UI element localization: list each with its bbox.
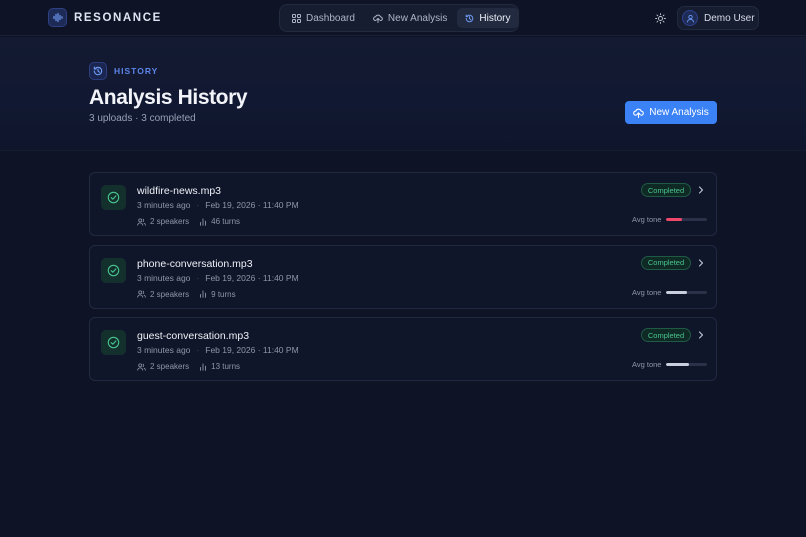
relative-time: 3 minutes ago	[137, 200, 191, 210]
user-menu-button[interactable]: Demo User	[677, 6, 759, 30]
waveform-icon	[48, 8, 67, 27]
nav-label-history: History	[479, 12, 511, 24]
separator-dot: ·	[196, 272, 200, 283]
avg-tone-label: Avg tone	[632, 287, 662, 297]
new-analysis-button[interactable]: New Analysis	[625, 101, 717, 124]
status-badge: Completed	[641, 255, 691, 270]
avg-tone-fill	[666, 290, 687, 294]
analysis-row[interactable]: wildfire-news.mp3 3 minutes ago · Feb 19…	[89, 172, 717, 236]
chevron-right-icon[interactable]	[696, 258, 706, 268]
nav-item-new-analysis[interactable]: New Analysis	[365, 8, 455, 28]
check-circle-icon	[101, 330, 126, 355]
speakers-count: 2 speakers	[150, 217, 190, 226]
theme-toggle-button[interactable]	[653, 11, 668, 26]
bar-chart-icon	[200, 218, 207, 226]
top-bar: RESONANCE Dashboard New Analysis History…	[0, 0, 806, 36]
turns-count: 13 turns	[211, 362, 241, 371]
eyebrow-label: HISTORY	[114, 66, 159, 76]
sun-icon	[655, 13, 666, 24]
file-stats: 2 speakers 9 turns	[137, 290, 236, 299]
turns-stat: 46 turns	[199, 217, 240, 226]
status-badge: Completed	[641, 183, 691, 197]
timestamp: Feb 19, 2026 · 11:40 PM	[205, 200, 299, 210]
chevron-right-icon[interactable]	[696, 185, 706, 195]
grid-icon	[292, 13, 301, 23]
check-circle-icon	[101, 185, 126, 210]
file-stats: 2 speakers 46 turns	[137, 217, 240, 226]
file-name: phone-conversation.mp3	[137, 257, 253, 270]
nav-item-dashboard[interactable]: Dashboard	[284, 8, 363, 28]
nav-label-dashboard: Dashboard	[306, 12, 355, 24]
file-meta: 3 minutes ago · Feb 19, 2026 · 11:40 PM	[137, 345, 299, 355]
speakers-count: 2 speakers	[150, 289, 190, 299]
avg-tone: Avg tone	[632, 215, 708, 224]
cloud-upload-icon	[633, 108, 645, 118]
file-meta: 3 minutes ago · Feb 19, 2026 · 11:40 PM	[137, 200, 299, 210]
speakers-stat: 2 speakers	[137, 290, 189, 299]
users-icon	[137, 218, 146, 226]
page-subtitle: 3 uploads · 3 completed	[89, 113, 196, 124]
avg-tone: Avg tone	[632, 360, 708, 369]
brand-name: RESONANCE	[74, 11, 162, 24]
nav-item-history[interactable]: History	[457, 8, 519, 28]
user-icon	[682, 10, 698, 26]
file-stats: 2 speakers 13 turns	[137, 362, 240, 371]
separator-dot: ·	[196, 200, 200, 210]
users-icon	[137, 290, 146, 298]
avg-tone: Avg tone	[632, 287, 708, 297]
history-icon	[89, 62, 107, 80]
turns-count: 46 turns	[211, 217, 241, 226]
analysis-row[interactable]: phone-conversation.mp3 3 minutes ago · F…	[89, 244, 717, 309]
avg-tone-fill	[666, 218, 683, 221]
analysis-row[interactable]: guest-conversation.mp3 3 minutes ago · F…	[89, 317, 717, 381]
page-eyebrow: HISTORY	[89, 62, 158, 80]
avg-tone-bar	[666, 363, 708, 366]
separator-dot: ·	[196, 345, 200, 355]
avg-tone-bar	[666, 218, 708, 221]
turns-stat: 9 turns	[199, 289, 236, 299]
cloud-upload-icon	[373, 14, 383, 23]
relative-time: 3 minutes ago	[137, 345, 191, 355]
turns-stat: 13 turns	[199, 362, 240, 371]
speakers-count: 2 speakers	[150, 362, 190, 371]
speakers-stat: 2 speakers	[137, 362, 189, 371]
avg-tone-label: Avg tone	[632, 215, 662, 224]
brand[interactable]: RESONANCE	[48, 8, 162, 27]
speakers-stat: 2 speakers	[137, 217, 189, 226]
history-icon	[466, 14, 474, 22]
bar-chart-icon	[200, 290, 207, 298]
check-circle-icon	[101, 257, 126, 283]
bar-chart-icon	[200, 363, 207, 371]
users-icon	[137, 363, 146, 371]
file-meta: 3 minutes ago · Feb 19, 2026 · 11:40 PM	[137, 273, 299, 283]
main-nav: Dashboard New Analysis History	[279, 4, 519, 32]
relative-time: 3 minutes ago	[137, 272, 191, 283]
chevron-right-icon[interactable]	[696, 330, 706, 340]
turns-count: 9 turns	[211, 289, 236, 299]
nav-label-new-analysis: New Analysis	[387, 12, 448, 24]
status-badge: Completed	[641, 328, 691, 342]
avg-tone-fill	[666, 363, 690, 366]
file-name: wildfire-news.mp3	[137, 185, 222, 197]
avg-tone-label: Avg tone	[632, 360, 662, 369]
timestamp: Feb 19, 2026 · 11:40 PM	[205, 272, 299, 283]
file-name: guest-conversation.mp3	[137, 330, 250, 342]
page-title: Analysis History	[89, 86, 248, 109]
timestamp: Feb 19, 2026 · 11:40 PM	[205, 345, 299, 355]
new-analysis-button-label: New Analysis	[649, 107, 709, 118]
user-name: Demo User	[704, 12, 755, 24]
avg-tone-bar	[666, 290, 708, 294]
